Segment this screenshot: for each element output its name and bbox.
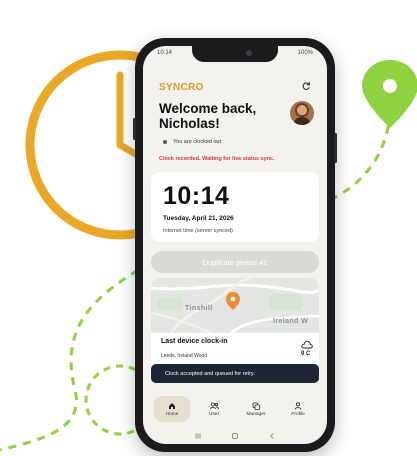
nav-label: Home — [165, 411, 179, 417]
power-button — [334, 133, 337, 163]
home-circle-icon[interactable] — [231, 432, 239, 440]
avatar[interactable] — [290, 101, 314, 125]
duplicate-period-button[interactable]: Duplicate period 42 — [151, 251, 319, 273]
users-icon — [209, 402, 219, 409]
last-clock-title: Last device clock-in — [161, 338, 228, 345]
welcome-heading: Welcome back, Nicholas! — [159, 101, 257, 131]
dashed-path-decoration — [0, 268, 139, 452]
profile-icon — [294, 401, 302, 410]
nav-label: User — [208, 411, 220, 417]
last-clock-location: Leeds, Ireland Wood — [161, 353, 208, 359]
map-label-tinshill: Tinshill — [185, 305, 213, 312]
temperature: 9 C — [301, 351, 311, 357]
current-date: Tuesday, April 21, 2026 — [163, 215, 234, 222]
status-time: 10:14 — [157, 50, 173, 56]
current-time: 10:14 — [163, 182, 230, 210]
app-screen: 10:14 100% SYNCRO Welcome back, Nicholas… — [143, 46, 327, 444]
map-pin-decoration — [362, 60, 417, 128]
back-icon[interactable] — [268, 432, 276, 440]
retry-toast: Clock accepted and queued for retry. — [151, 364, 319, 383]
map-label-ireland-wood: Ireland W — [273, 318, 309, 325]
volume-button — [133, 118, 136, 140]
manager-icon — [252, 402, 260, 410]
bottom-nav: Home User Manager Profile — [143, 396, 327, 422]
home-icon — [169, 402, 175, 409]
last-clock-card: Tinshill Ireland W Last device clock-in … — [151, 278, 319, 370]
nav-label: Profile — [291, 411, 305, 417]
status-dot-icon — [163, 140, 167, 144]
map-pin-hole-decoration — [383, 79, 397, 93]
brand-logo: SYNCRO — [159, 82, 204, 93]
time-card: 10:14 Tuesday, April 21, 2026 Internet t… — [151, 172, 319, 242]
nav-profile[interactable]: Profile — [280, 396, 316, 422]
location-map[interactable]: Tinshill Ireland W — [151, 278, 319, 334]
recents-icon[interactable] — [194, 432, 202, 440]
refresh-icon[interactable] — [301, 81, 311, 94]
clock-status: You are clocked out — [163, 139, 221, 145]
clock-status-text: You are clocked out — [173, 139, 222, 145]
phone-frame: 10:14 100% SYNCRO Welcome back, Nicholas… — [133, 38, 337, 452]
time-source: Internet time (server synced) — [163, 228, 233, 234]
sync-alert: Clock recorded. Waiting for live status … — [159, 156, 275, 162]
nav-home[interactable]: Home — [154, 396, 190, 422]
battery-level: 100% — [297, 50, 313, 56]
camera-notch — [192, 46, 278, 62]
nav-user[interactable]: User — [196, 396, 232, 422]
nav-manager[interactable]: Manager — [238, 396, 274, 422]
dashed-path-decoration — [329, 114, 392, 202]
nav-label: Manager — [246, 411, 266, 417]
system-nav-bar — [143, 428, 327, 444]
